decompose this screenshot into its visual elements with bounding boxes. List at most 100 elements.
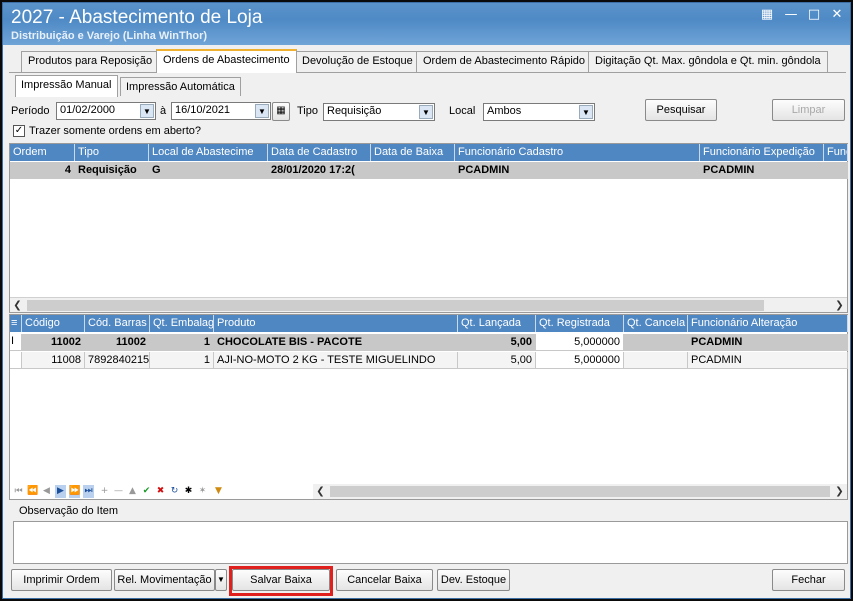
chevron-down-icon[interactable]: ▼ [579, 105, 593, 119]
col-qt-lancada[interactable]: Qt. Lançada [458, 315, 536, 332]
col-local[interactable]: Local de Abastecime [149, 144, 268, 161]
subtab-impressao-manual[interactable]: Impressão Manual [15, 75, 118, 97]
cell-codigo: 11002 [22, 334, 85, 351]
a-label: à [160, 105, 167, 117]
cell-qt-cancelada [624, 352, 688, 369]
chevron-down-icon[interactable]: ▼ [419, 105, 433, 119]
col-func-cadastro[interactable]: Funcionário Cadastro [455, 144, 700, 161]
tab-panel-border [9, 72, 846, 73]
tipo-label: Tipo [297, 105, 318, 117]
local-value: Ambos [487, 105, 522, 117]
col-data-baixa[interactable]: Data de Baixa [371, 144, 455, 161]
next-page-icon[interactable]: ⏩ [69, 485, 80, 498]
edit-icon[interactable]: ▲ [127, 485, 138, 498]
table-row[interactable]: I 11002 11002 1 CHOCOLATE BIS - PACOTE 5… [10, 334, 848, 351]
col-ordem[interactable]: Ordem [10, 144, 75, 161]
col-tipo[interactable]: Tipo [75, 144, 149, 161]
scroll-thumb[interactable] [27, 300, 764, 311]
chevron-down-icon[interactable]: ▼ [140, 104, 154, 118]
cell-qt-registrada-input[interactable]: 5,000000 [536, 334, 624, 351]
col-data-cadastro[interactable]: Data de Cadastro [268, 144, 371, 161]
cell-func-expedicao: PCADMIN [700, 162, 824, 179]
date-to-value: 16/10/2021 [175, 104, 231, 116]
cell-qt-registrada-input[interactable]: 5,000000 [536, 352, 624, 369]
title-bar: 2027 - Abastecimento de Loja Distribuiçã… [3, 3, 850, 45]
rel-movimentacao-button[interactable]: Rel. Movimentação [114, 569, 215, 591]
date-to-field[interactable]: 16/10/2021 ▼ [171, 102, 271, 120]
prev-page-icon[interactable]: ⏪ [27, 485, 38, 498]
pesquisar-button[interactable]: Pesquisar [645, 99, 717, 121]
items-grid: ≡ Código Cód. Barras Qt. Embalag Produto… [9, 314, 848, 500]
subtab-impressao-automatica[interactable]: Impressão Automática [120, 77, 241, 96]
filter-icon[interactable]: ▼ [213, 485, 224, 498]
col-qt-cancelada[interactable]: Qt. Cancela [624, 315, 688, 332]
cell-cod-barras: 11002 [85, 334, 150, 351]
col-codigo[interactable]: Código [22, 315, 85, 332]
calendar-icon[interactable]: ▦ [272, 102, 290, 121]
col-qt-registrada[interactable]: Qt. Registrada [536, 315, 624, 332]
next-record-icon[interactable]: ▶ [55, 485, 66, 498]
limpar-button[interactable]: Limpar [772, 99, 845, 121]
col-func-alteracao[interactable]: Funcionário Alteração [688, 315, 848, 332]
col-cod-barras[interactable]: Cód. Barras [85, 315, 150, 332]
insert-icon[interactable]: + [99, 485, 110, 498]
goto-bookmark-icon[interactable]: ✶ [197, 485, 208, 498]
scroll-left-icon[interactable]: ❮ [313, 484, 328, 499]
periodo-label: Período [11, 105, 50, 117]
window-subtitle: Distribuição e Varejo (Linha WinThor) [11, 30, 208, 42]
fechar-button[interactable]: Fechar [772, 569, 845, 591]
dev-estoque-button[interactable]: Dev. Estoque [437, 569, 510, 591]
imprimir-ordem-button[interactable]: Imprimir Ordem [11, 569, 112, 591]
post-icon[interactable]: ✔ [141, 485, 152, 498]
somente-abertas-label: Trazer somente ordens em aberto? [29, 125, 202, 137]
cell-func-cadastro: PCADMIN [455, 162, 700, 179]
tab-ordem-abastecimento-rapido[interactable]: Ordem de Abastecimento Rápido [416, 51, 593, 72]
scroll-right-icon[interactable]: ❯ [832, 298, 847, 313]
close-icon[interactable]: ✕ [827, 7, 847, 23]
local-select[interactable]: Ambos ▼ [483, 103, 595, 121]
tipo-select[interactable]: Requisição ▼ [323, 103, 435, 121]
cancel-icon[interactable]: ✖ [155, 485, 166, 498]
somente-abertas-checkbox[interactable]: ✓ [13, 125, 25, 137]
col-func-expedicao[interactable]: Funcionário Expedição [700, 144, 824, 161]
cell-produto: AJI-NO-MOTO 2 KG - TESTE MIGUELINDO [214, 352, 458, 369]
table-row[interactable]: 11008 7892840215 1 AJI-NO-MOTO 2 KG - TE… [10, 352, 848, 369]
tab-ordens-abastecimento[interactable]: Ordens de Abastecimento [156, 49, 297, 73]
scroll-thumb[interactable] [330, 486, 830, 497]
bookmark-icon[interactable]: ✱ [183, 485, 194, 498]
tipo-value: Requisição [327, 105, 382, 117]
tab-digitacao-gondola[interactable]: Digitação Qt. Max. gôndola e Qt. min. gô… [588, 51, 828, 72]
salvar-baixa-highlight [229, 566, 333, 596]
tab-devolucao-estoque[interactable]: Devolução de Estoque [295, 51, 420, 72]
cell-codigo: 11008 [22, 352, 85, 369]
delete-icon[interactable]: — [113, 485, 124, 498]
minimize-icon[interactable]: — [781, 7, 801, 23]
cell-data-baixa [371, 162, 455, 179]
table-row[interactable]: 4 Requisição G 28/01/2020 17:2( PCADMIN … [10, 162, 848, 179]
items-hscrollbar[interactable]: ❮ ❯ [313, 484, 847, 499]
restore-icon[interactable]: ▦ [757, 7, 777, 23]
cell-qt-lancada: 5,00 [458, 334, 536, 351]
window-title: 2027 - Abastecimento de Loja [11, 7, 263, 28]
last-page-icon[interactable]: ⏭ [83, 485, 94, 498]
col-qt-embalagem[interactable]: Qt. Embalag [150, 315, 214, 332]
rel-movimentacao-dropdown-icon[interactable]: ▼ [215, 569, 227, 591]
maximize-icon[interactable]: □ [804, 7, 824, 23]
scroll-left-icon[interactable]: ❮ [10, 298, 25, 313]
observacao-textarea[interactable] [13, 521, 848, 564]
prev-record-icon[interactable]: ◀ [41, 485, 52, 498]
column-chooser-icon[interactable]: ≡ [10, 315, 22, 332]
cell-data-cadastro: 28/01/2020 17:2( [268, 162, 371, 179]
chevron-down-icon[interactable]: ▼ [255, 104, 269, 118]
tab-produtos-reposicao[interactable]: Produtos para Reposição [21, 51, 160, 72]
cancelar-baixa-button[interactable]: Cancelar Baixa [336, 569, 433, 591]
orders-hscrollbar[interactable]: ❮ ❯ [10, 297, 847, 312]
scroll-right-icon[interactable]: ❯ [832, 484, 847, 499]
refresh-icon[interactable]: ↻ [169, 485, 180, 498]
row-indicator-icon: I [10, 334, 22, 351]
cell-qt-embalagem: 1 [150, 352, 214, 369]
col-produto[interactable]: Produto [214, 315, 458, 332]
first-page-icon[interactable]: ⏮ [13, 485, 24, 498]
col-func[interactable]: Func [824, 144, 848, 161]
date-from-field[interactable]: 01/02/2000 ▼ [56, 102, 156, 120]
